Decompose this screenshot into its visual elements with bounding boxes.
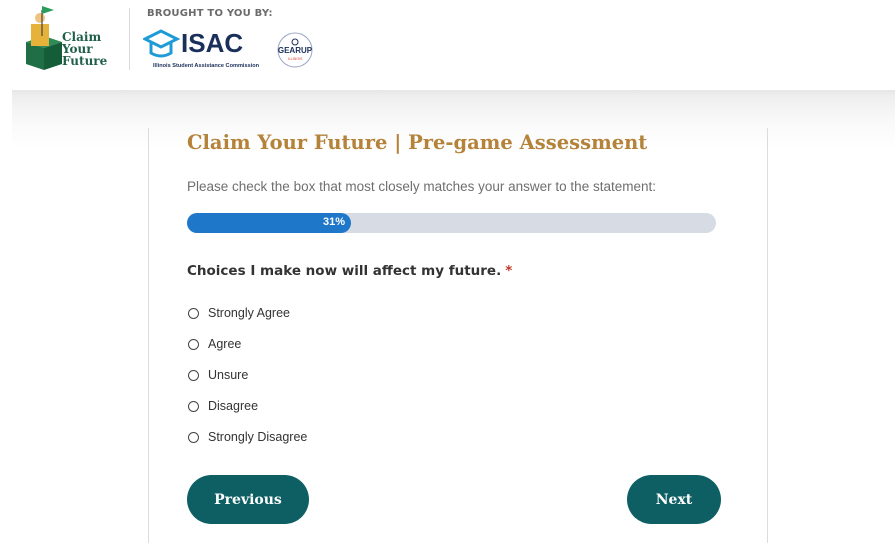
claim-your-future-logo[interactable]: Claim Your Future <box>22 6 122 72</box>
option-agree[interactable]: Agree <box>188 335 241 353</box>
radio-button[interactable] <box>188 338 199 350</box>
progress-label: 31% <box>322 216 345 228</box>
header-divider <box>129 8 130 70</box>
required-marker: * <box>505 263 513 279</box>
content-right-border <box>767 128 768 543</box>
content-left-border <box>148 128 149 543</box>
option-strongly-agree[interactable]: Strongly Agree <box>188 304 290 322</box>
option-unsure[interactable]: Unsure <box>188 366 248 384</box>
option-label: Agree <box>208 337 242 351</box>
isac-wordmark: ISAC <box>181 28 243 58</box>
gearup-logo[interactable]: GEARUP ILLINOIS <box>276 31 314 69</box>
radio-button[interactable] <box>188 307 199 319</box>
isac-subtext: Illinois Student Assistance Commission <box>153 63 260 69</box>
option-label: Strongly Agree <box>208 306 290 320</box>
option-label: Strongly Disagree <box>208 430 308 444</box>
content-band <box>12 90 895 543</box>
question-label: Choices I make now will affect my future… <box>187 263 502 279</box>
option-strongly-disagree[interactable]: Strongly Disagree <box>188 428 307 446</box>
option-disagree[interactable]: Disagree <box>188 397 258 415</box>
brought-to-you-label: BROUGHT TO YOU BY: <box>147 8 273 19</box>
question-text: Choices I make now will affect my future… <box>187 263 512 279</box>
isac-logo[interactable]: ISAC Illinois Student Assistance Commiss… <box>143 27 273 71</box>
instructions-text: Please check the box that most closely m… <box>187 179 656 194</box>
next-button[interactable]: Next <box>627 475 721 524</box>
progress-bar: 31% <box>187 213 716 233</box>
radio-button[interactable] <box>188 369 199 381</box>
radio-button[interactable] <box>188 400 199 412</box>
gearup-subtext: ILLINOIS <box>288 57 303 61</box>
radio-button[interactable] <box>188 431 199 443</box>
progress-fill: 31% <box>187 213 351 233</box>
logo-word-future: Future <box>62 54 108 68</box>
gearup-wordmark: GEARUP <box>278 46 313 55</box>
option-label: Unsure <box>208 368 249 382</box>
previous-button[interactable]: Previous <box>187 475 309 524</box>
option-label: Disagree <box>208 399 259 413</box>
site-header: Claim Your Future BROUGHT TO YOU BY: ISA… <box>0 0 895 90</box>
page-title: Claim Your Future | Pre-game Assessment <box>187 131 648 154</box>
